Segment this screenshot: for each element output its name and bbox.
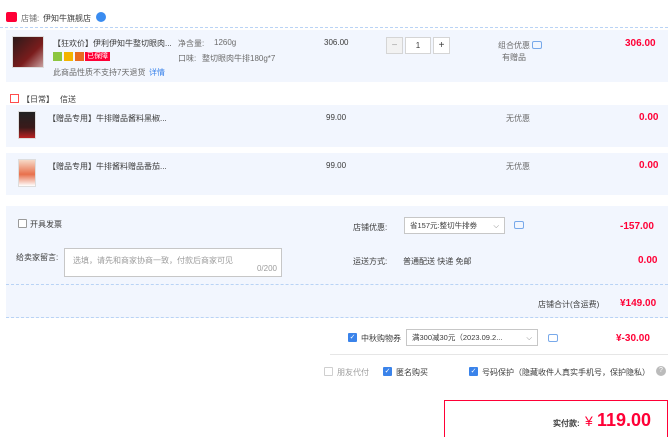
quantity-plus-button[interactable]: + [433, 37, 450, 54]
wangwang-icon[interactable] [96, 12, 106, 22]
shipping-label: 运送方式: [353, 257, 388, 266]
coupon-info-icon[interactable] [548, 334, 558, 342]
return-detail-link[interactable]: 详情 [149, 67, 165, 78]
gift-row: 【赠品专用】牛排酱料赠品番茄... 99.00 无优惠 0.00 [6, 153, 668, 195]
unit-price: 306.00 [324, 38, 349, 47]
coupon-select[interactable]: 满300减30元（2023.09.2... ⌵ [406, 329, 538, 346]
gift-thumbnail[interactable] [18, 159, 36, 187]
shop-total-value: ¥149.00 [620, 298, 657, 309]
payment-amount: 119.00 [597, 410, 652, 430]
gift-title-link[interactable]: 【赠品专用】牛排酱料赠品番茄... [48, 161, 167, 172]
message-textarea[interactable]: 选填，请先和商家协商一致，付款后商家可见 0/200 [64, 248, 282, 277]
message-placeholder: 选填，请先和商家协商一致，付款后商家可见 [73, 256, 233, 265]
gift-price: 99.00 [326, 161, 347, 170]
coupon-value: 满300减30元（2023.09.2... [412, 333, 503, 342]
chevron-down-icon: ⌵ [526, 333, 532, 342]
product-thumbnail[interactable] [12, 36, 44, 68]
shipping-value: 普通配送 快递 免邮 [403, 257, 472, 266]
quantity-stepper: − 1 + [386, 37, 450, 54]
order-options-panel: 开具发票 店铺优惠: 省157元:整切牛排劵 ⌵ -157.00 给卖家留言: … [6, 206, 668, 318]
net-value: 1260g [214, 38, 237, 47]
shipping-amount: 0.00 [638, 255, 658, 266]
gift-section-label: 信送 [60, 95, 76, 104]
gift-thumbnail[interactable] [18, 111, 36, 139]
promo-type: 组合优惠 [498, 41, 530, 50]
panel-divider [6, 284, 668, 285]
shop-discount-amount: -157.00 [620, 221, 654, 232]
guarantee-tag: 已保障 [85, 52, 110, 61]
shop-label: 店铺: [21, 14, 40, 23]
net-label: 净含量: [178, 39, 205, 48]
gift-row: 【赠品专用】牛排赠品酱料黑椒... 99.00 无优惠 0.00 [6, 105, 668, 147]
friend-pay-label: 朋友代付 [337, 368, 369, 377]
gift-section-tag: 【日常】 [22, 95, 54, 104]
gift-gift-icon [10, 94, 19, 103]
anonymous-label: 匿名购买 [396, 368, 428, 377]
coupon-label: 中秋购物券 [361, 334, 401, 343]
payment-box: 实付款: ¥ 119.00 [444, 400, 668, 437]
message-counter: 0/200 [256, 264, 277, 273]
friend-pay-checkbox[interactable] [324, 367, 333, 376]
help-icon[interactable]: ? [656, 366, 666, 376]
shop-discount-select[interactable]: 省157元:整切牛排劵 ⌵ [404, 217, 505, 234]
tmall-icon [6, 12, 17, 22]
coupon-amount: ¥-30.00 [616, 333, 650, 344]
invoice-checkbox[interactable] [18, 219, 27, 228]
gift-subtotal: 0.00 [639, 160, 659, 171]
quantity-input[interactable]: 1 [405, 37, 431, 54]
guarantee-icon [53, 52, 62, 61]
product-title-link[interactable]: 【狂欢价】伊利伊知牛整切眼肉... [53, 38, 172, 49]
gift-promo: 无优惠 [506, 114, 530, 123]
gift-title-link[interactable]: 【赠品专用】牛排赠品酱料黑椒... [48, 113, 167, 124]
coupon-checkbox[interactable]: ✓ [348, 333, 357, 342]
promo-sub: 有赠品 [502, 53, 526, 62]
privacy-checkbox[interactable]: ✓ [469, 367, 478, 376]
shop-header: 店铺: 伊知牛旗舰店 [0, 0, 668, 28]
gift-price: 99.00 [326, 113, 347, 122]
gift-subtotal: 0.00 [639, 112, 659, 123]
return-note: 此商品性质不支持7天退货 [53, 68, 146, 77]
item-subtotal: 306.00 [625, 38, 656, 49]
flavor-label: 口味: [178, 54, 197, 63]
invoice-label: 开具发票 [30, 220, 62, 229]
discount-info-icon[interactable] [514, 221, 524, 229]
shop-name-link[interactable]: 伊知牛旗舰店 [43, 13, 91, 24]
gift-promo: 无优惠 [506, 162, 530, 171]
chevron-down-icon: ⌵ [493, 221, 499, 230]
privacy-label: 号码保护（隐藏收件人真实手机号，保护隐私） [482, 368, 650, 377]
flavor-value: 整切眼肉牛排180g*7 [202, 54, 276, 63]
shop-discount-label: 店铺优惠: [353, 223, 388, 232]
payment-label: 实付款: [553, 419, 580, 428]
anonymous-checkbox[interactable]: ✓ [383, 367, 392, 376]
coupon-divider [330, 354, 668, 355]
card-icon [75, 52, 84, 61]
message-label: 给卖家留言: [16, 253, 59, 262]
badge-icon [64, 52, 73, 61]
promo-info-icon[interactable] [532, 41, 542, 49]
payment-currency: ¥ [585, 413, 593, 429]
shop-discount-value: 省157元:整切牛排劵 [410, 221, 478, 230]
quantity-minus-button[interactable]: − [386, 37, 403, 54]
shop-total-label: 店铺合计(含运费) [538, 300, 600, 309]
main-item-row: 【狂欢价】伊利伊知牛整切眼肉... 已保障 净含量: 1260g 口味: 整切眼… [6, 30, 668, 82]
